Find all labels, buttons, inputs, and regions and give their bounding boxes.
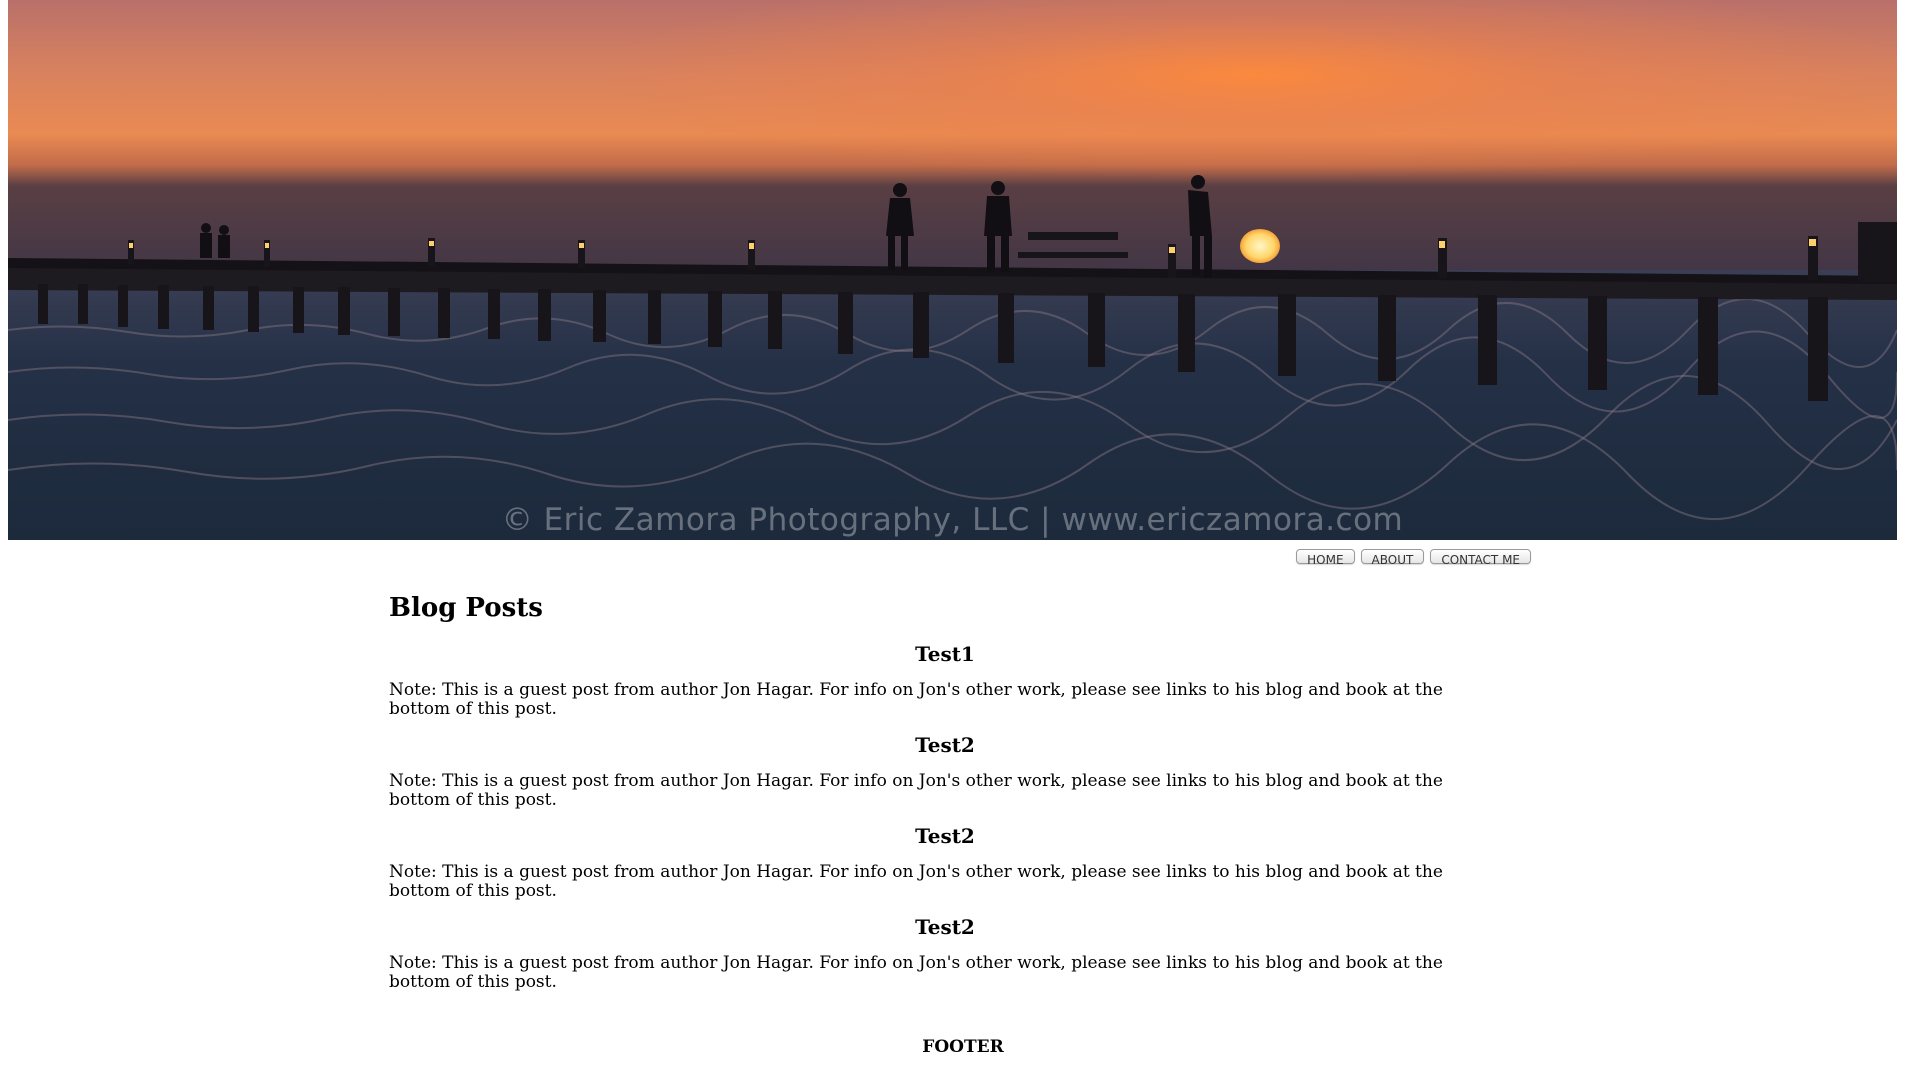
- blog-post: Test2 Note: This is a guest post from au…: [389, 732, 1501, 810]
- post-excerpt: Note: This is a guest post from author J…: [389, 680, 1443, 719]
- pier-sunset-photo: [8, 0, 1897, 540]
- post-title-link[interactable]: Test2: [389, 732, 1501, 758]
- post-title-link[interactable]: Test2: [389, 914, 1501, 940]
- page-title: Blog Posts: [389, 593, 543, 623]
- page-footer: FOOTER: [922, 1037, 1004, 1057]
- nav-contact-button[interactable]: CONTACT ME: [1430, 549, 1531, 567]
- blog-post: Test2 Note: This is a guest post from au…: [389, 823, 1501, 901]
- blog-post: Test1 Note: This is a guest post from au…: [389, 641, 1501, 719]
- post-excerpt: Note: This is a guest post from author J…: [389, 953, 1443, 992]
- nav-home-button[interactable]: HOME: [1296, 549, 1355, 567]
- main-nav: HOME ABOUT CONTACT ME: [1296, 549, 1531, 567]
- page: © Eric Zamora Photography, LLC | www.eri…: [0, 0, 1905, 1080]
- nav-about-button[interactable]: ABOUT: [1360, 549, 1425, 567]
- post-excerpt: Note: This is a guest post from author J…: [389, 862, 1443, 901]
- blog-post: Test2 Note: This is a guest post from au…: [389, 914, 1501, 992]
- post-excerpt: Note: This is a guest post from author J…: [389, 771, 1443, 810]
- photo-copyright-watermark: © Eric Zamora Photography, LLC | www.eri…: [501, 502, 1404, 538]
- blog-content: Blog Posts Test1 Note: This is a guest p…: [389, 588, 1501, 992]
- post-title-link[interactable]: Test2: [389, 823, 1501, 849]
- hero-banner-image: © Eric Zamora Photography, LLC | www.eri…: [8, 0, 1897, 540]
- post-title-link[interactable]: Test1: [389, 641, 1501, 667]
